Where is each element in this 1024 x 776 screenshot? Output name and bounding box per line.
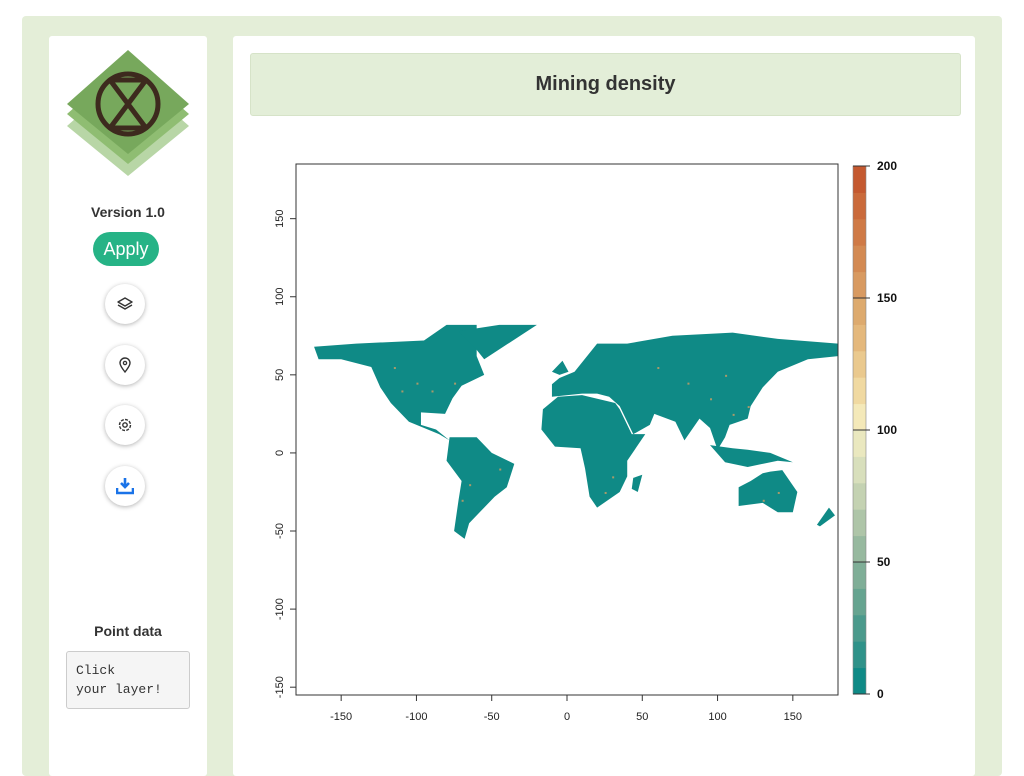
density-cell	[401, 390, 404, 393]
legend-swatch	[853, 166, 866, 193]
legend-swatch	[853, 667, 866, 695]
land-region	[816, 507, 835, 527]
y-tick-label: 100	[274, 288, 286, 306]
legend-swatch	[853, 430, 866, 457]
density-cell	[499, 468, 502, 471]
legend-swatch	[853, 482, 866, 510]
x-tick-label: 100	[708, 711, 726, 723]
legend-swatch	[853, 641, 866, 669]
legend-swatch	[853, 192, 866, 220]
y-tick-label: 50	[274, 369, 286, 381]
density-cell	[454, 382, 457, 385]
land-region	[631, 474, 643, 492]
legend-tick-label: 0	[877, 687, 884, 701]
y-tick-label: 0	[274, 450, 286, 456]
legend-swatch	[853, 218, 866, 246]
legend-tick-label: 150	[877, 291, 897, 305]
density-cell	[416, 382, 419, 385]
legend-tick-label: 50	[877, 555, 891, 569]
legend-swatch	[853, 456, 866, 484]
density-cell	[777, 491, 780, 494]
legend-swatch	[853, 377, 866, 405]
legend-swatch	[853, 324, 866, 352]
legend-swatch	[853, 509, 866, 537]
legend-tick-label: 200	[877, 159, 897, 173]
density-cell	[461, 499, 464, 502]
legend-tick-label: 100	[877, 423, 897, 437]
legend-swatch	[853, 245, 866, 273]
y-tick-label: -100	[274, 598, 286, 620]
x-tick-label: -100	[405, 711, 427, 723]
x-tick-label: 50	[636, 711, 648, 723]
density-cell	[604, 491, 607, 494]
density-cell	[393, 367, 396, 370]
x-tick-label: 150	[784, 711, 802, 723]
density-cell	[687, 382, 690, 385]
density-cell	[710, 398, 713, 401]
y-tick-label: -150	[274, 676, 286, 698]
land-region	[446, 437, 515, 539]
land-region	[710, 445, 793, 467]
y-tick-label: 150	[274, 209, 286, 227]
legend-swatch	[853, 298, 866, 325]
legend-swatch	[853, 562, 866, 589]
land-region	[551, 360, 569, 375]
density-cell	[725, 374, 728, 377]
density-cell	[762, 499, 765, 502]
legend-swatch	[853, 535, 866, 563]
mining-density-map[interactable]: -150 -100 -50 0 50 100 150 -150 -100 -50 0 50 100 150…	[0, 0, 1024, 762]
legend-swatch	[853, 614, 866, 642]
land-region	[314, 324, 485, 441]
density-cell	[469, 484, 472, 487]
x-tick-label: -150	[330, 711, 352, 723]
density-cell	[431, 390, 434, 393]
density-cell	[657, 367, 660, 370]
density-cell	[747, 406, 750, 409]
legend-swatch	[853, 271, 866, 299]
density-cell	[612, 476, 615, 479]
land-region	[738, 470, 798, 513]
x-tick-label: 0	[564, 711, 570, 723]
x-tick-label: -50	[484, 711, 500, 723]
legend-swatch	[853, 403, 866, 431]
y-tick-label: -50	[274, 523, 286, 539]
legend-swatch	[853, 350, 866, 378]
legend-swatch	[853, 588, 866, 616]
density-cell	[732, 413, 735, 416]
